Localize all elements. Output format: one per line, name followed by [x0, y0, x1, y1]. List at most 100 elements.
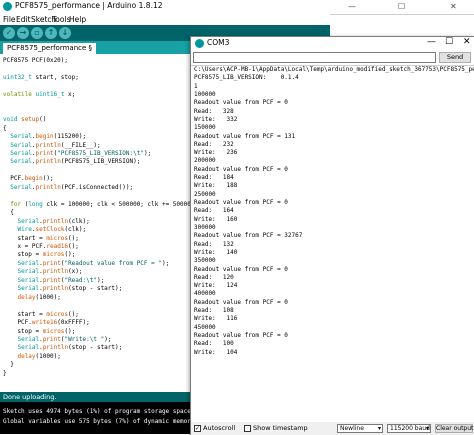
code-token: }: [3, 369, 7, 377]
code-token: Wire: [17, 226, 32, 234]
menu-file[interactable]: File: [3, 15, 16, 24]
code-line: Serial.print("Write:\t ");: [3, 336, 194, 344]
code-token: start, stop;: [31, 73, 79, 81]
menu-edit[interactable]: Edit: [16, 15, 31, 24]
code-line: Wire.setClock(clk);: [3, 226, 194, 234]
timestamp-checkbox[interactable]: [244, 425, 251, 432]
code-token: );: [104, 335, 112, 343]
verify-icon[interactable]: ✓: [3, 27, 15, 39]
code-token: "Read:\t": [64, 276, 97, 284]
code-token: "Readout value from PCF = ": [64, 259, 162, 267]
autoscroll-label: Autoscroll: [203, 424, 236, 432]
code-token: setClock: [35, 226, 65, 234]
code-token: (x);: [68, 268, 83, 276]
code-token: Serial: [17, 335, 40, 343]
code-token: delay: [17, 352, 36, 360]
code-token: println: [42, 344, 69, 352]
menu-tools[interactable]: Tools: [52, 15, 70, 24]
line-ending-select[interactable]: Newline ▾: [337, 424, 383, 433]
code-token: (clk);: [64, 226, 87, 234]
code-token: println: [35, 141, 61, 149]
ide-menubar: File Edit Sketch Tools Help: [0, 13, 330, 25]
baud-rate-select[interactable]: 115200 baud ▾: [387, 424, 431, 433]
code-token: (115200);: [53, 133, 87, 141]
code-token: {: [3, 209, 14, 217]
close-icon[interactable]: ✕: [463, 37, 471, 47]
serial-output-text: C:\Users\ACP-MB-1\AppData\Local\Temp\ard…: [194, 66, 474, 356]
code-line: PCF8575 PCF(0x20);: [3, 57, 194, 65]
code-token: "PCF8575_LIB_VERSION:\t": [57, 149, 144, 157]
code-token: Serial: [17, 276, 40, 284]
code-token: long: [28, 200, 43, 208]
code-token: read16: [46, 242, 69, 250]
code-token: write16: [31, 319, 58, 327]
code-token: {: [3, 124, 7, 132]
code-token: }: [3, 361, 14, 369]
code-token: PCF8575 PCF(0x20);: [3, 57, 69, 64]
code-token: println: [35, 158, 61, 166]
code-token: ();: [64, 327, 76, 335]
minimize-icon[interactable]: —: [348, 2, 356, 11]
code-token: micros: [46, 234, 69, 242]
code-text[interactable]: PCF8575 PCF(0x20); uint32_t start, stop;…: [3, 57, 194, 384]
autoscroll-checkbox[interactable]: ✓: [194, 425, 201, 432]
code-token: println: [42, 217, 69, 225]
code-token: (clk);: [68, 217, 90, 225]
code-line: void setup(): [3, 116, 194, 124]
maximize-icon[interactable]: ☐: [445, 37, 453, 47]
serial-input[interactable]: [193, 52, 436, 63]
menu-help[interactable]: Help: [69, 15, 86, 24]
code-line: Serial.println(stop - start);: [3, 344, 194, 352]
code-token: ();: [68, 242, 79, 250]
code-line: stop = micros();: [3, 251, 194, 259]
code-token: begin: [24, 175, 43, 183]
code-token: (stop - start);: [68, 285, 123, 293]
upload-icon[interactable]: →: [17, 27, 29, 39]
clear-output-button[interactable]: Clear output: [435, 424, 473, 433]
code-token: (): [39, 116, 47, 124]
code-token: delay: [17, 293, 36, 301]
code-token: Serial: [10, 158, 32, 166]
code-token: Serial: [17, 259, 40, 267]
maximize-icon[interactable]: ☐: [398, 2, 405, 11]
code-token: micros: [42, 327, 65, 335]
open-sketch-icon[interactable]: ↑: [45, 27, 57, 39]
code-line: Serial.println(PCF8575_LIB_VERSION);: [3, 158, 194, 166]
minimize-icon[interactable]: —: [427, 37, 436, 47]
timestamp-label: Show timestamp: [253, 424, 308, 432]
code-token: stop =: [3, 327, 43, 335]
save-sketch-icon[interactable]: ↓: [59, 27, 71, 39]
send-button[interactable]: Send: [439, 52, 471, 63]
code-line: Serial.print("Readout value from PCF = "…: [3, 260, 194, 268]
tab-sketch[interactable]: PCF8575_performance §: [3, 43, 97, 54]
new-sketch-icon[interactable]: ▫: [31, 27, 43, 39]
close-icon[interactable]: ✕: [450, 2, 457, 11]
code-token: volatile: [3, 90, 32, 98]
code-token: clk = 100000; clk < 500000; clk += 50000…: [42, 200, 195, 208]
code-token: (PCF.isConnected());: [60, 183, 134, 191]
line-ending-value: Newline: [340, 425, 364, 432]
ide-titlebar: PCF8575_performance | Arduino 1.8.12: [0, 0, 330, 13]
code-line: Serial.print("PCF8575_LIB_VERSION:\t");: [3, 150, 194, 158]
code-token: Serial: [17, 285, 40, 293]
code-line: {: [3, 125, 194, 133]
code-line: start = micros();: [3, 311, 194, 319]
code-token: );: [96, 276, 105, 284]
code-token: println: [35, 183, 61, 191]
background-window-titlebar: — ☐ ✕: [330, 0, 474, 15]
code-token: PCF.: [3, 175, 25, 183]
code-token: ();: [68, 310, 79, 318]
ide-title: PCF8575_performance | Arduino 1.8.12: [15, 1, 163, 10]
code-token: uint16_t: [35, 90, 65, 98]
code-token: Serial: [10, 141, 32, 149]
